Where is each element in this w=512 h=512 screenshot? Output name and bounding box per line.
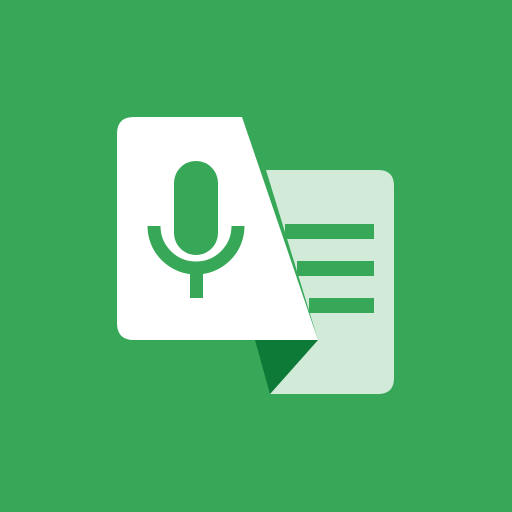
speech-to-text-app-icon	[0, 0, 512, 512]
microphone-capsule-icon	[174, 161, 218, 255]
text-line-icon	[297, 261, 374, 276]
app-icon-canvas	[0, 0, 512, 512]
text-line-icon	[309, 298, 374, 313]
text-line-icon	[285, 224, 374, 239]
microphone-stand-icon	[190, 265, 203, 298]
